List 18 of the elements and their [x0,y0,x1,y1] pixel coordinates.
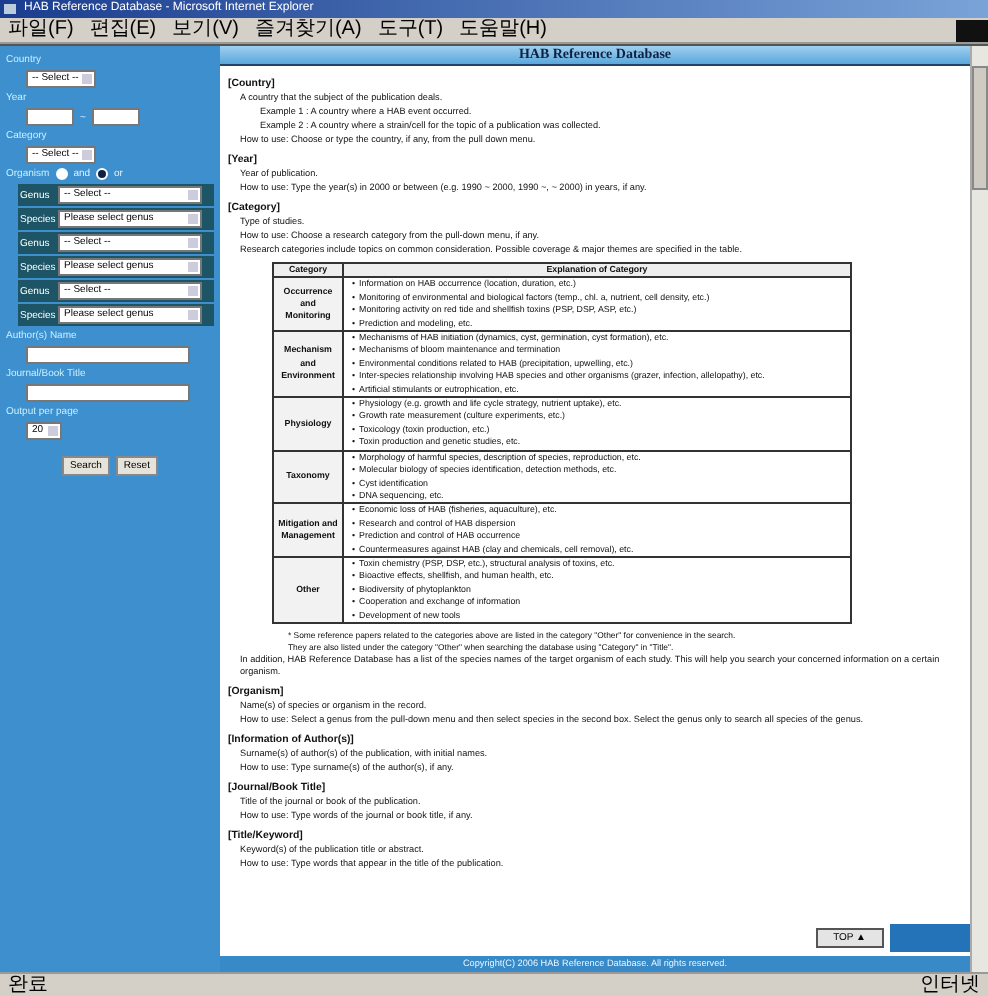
browser-logo-icon [956,19,988,41]
menu-item[interactable]: 편집(E) [89,18,157,42]
journal-field[interactable] [26,384,190,402]
browser-icon [4,4,16,14]
scrollbar[interactable] [970,46,988,972]
status-text: 완료 [8,974,48,996]
menu-item[interactable]: 보기(V) [172,18,239,42]
author-field[interactable] [26,346,190,364]
year-to-field[interactable] [91,108,140,126]
radio-button[interactable] [55,168,68,180]
status-zone: 인터넷 [920,974,980,996]
corner-banner [890,924,970,952]
menu-item[interactable]: 파일(F) [8,18,74,42]
menu-item[interactable]: 즐겨찾기(A) [254,18,362,42]
menu-item[interactable]: 도움말(H) [459,18,547,42]
menu-item[interactable]: 도구(T) [377,18,444,42]
year-from-field[interactable] [26,108,74,126]
radio-button[interactable] [96,168,109,180]
